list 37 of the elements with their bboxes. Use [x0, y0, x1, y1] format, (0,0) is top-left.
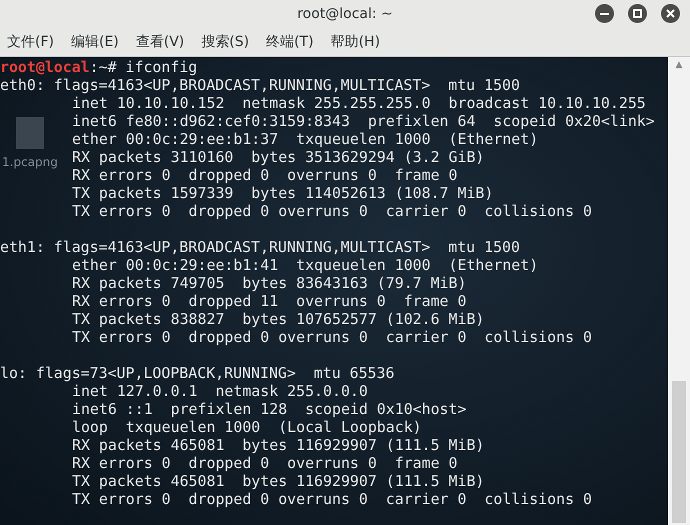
- minimize-button[interactable]: [595, 4, 614, 23]
- output-line: ether 00:0c:29:ee:b1:37 txqueuelen 1000 (Ethernet): [72, 130, 538, 148]
- desktop-file-label: 1.pcapng: [2, 154, 58, 171]
- output-line: inet6 ::1 prefixlen 128 scopeid 0x10<host>: [72, 400, 466, 418]
- file-icon: [16, 117, 44, 149]
- output-line: loop txqueuelen 1000 (Local Loopback): [72, 418, 422, 436]
- menu-item[interactable]: 帮助(H): [330, 32, 380, 52]
- output-line: TX packets 465081 bytes 116929907 (111.5 MiB): [72, 472, 484, 490]
- window-title: root@local: ~: [297, 6, 393, 22]
- output-line: RX packets 465081 bytes 116929907 (111.5 MiB): [72, 436, 484, 454]
- output-line: RX errors 0 dropped 0 overruns 0 frame 0: [72, 454, 458, 472]
- output-line: inet 127.0.0.1 netmask 255.0.0.0: [72, 382, 368, 400]
- menu-item[interactable]: 编辑(E): [70, 32, 119, 52]
- output-line: TX errors 0 dropped 0 overruns 0 carrier 0 collisions 0: [72, 328, 592, 346]
- scroll-thumb[interactable]: [672, 381, 686, 523]
- output-line: TX packets 838827 bytes 107652577 (102.6 MiB): [72, 310, 484, 328]
- menu-item[interactable]: 搜索(S): [201, 32, 250, 52]
- output-line: RX packets 3110160 bytes 3513629294 (3.2 GiB): [72, 148, 484, 166]
- output-line: ether 00:0c:29:ee:b1:41 txqueuelen 1000 (Ethernet): [72, 256, 538, 274]
- maximize-button[interactable]: [628, 4, 647, 23]
- menu-item[interactable]: 文件(F): [7, 32, 54, 52]
- output-line: RX errors 0 dropped 0 overruns 0 frame 0: [72, 166, 458, 184]
- menu-item[interactable]: 查看(V): [136, 32, 184, 52]
- close-button[interactable]: [661, 4, 680, 23]
- output-line: eth0: flags=4163<UP,BROADCAST,RUNNING,MULTICAST> mtu 1500: [0, 76, 520, 94]
- menu-item[interactable]: 终端(T): [266, 32, 314, 52]
- output-line: inet6 fe80::d962:cef0:3159:8343 prefixlen 64 scopeid 0x20<link>: [72, 112, 655, 130]
- output-line: TX errors 0 dropped 0 overruns 0 carrier 0 collisions 0: [72, 490, 592, 508]
- output-line: inet 10.10.10.152 netmask 255.255.255.0 broadcast 10.10.10.255: [72, 94, 646, 112]
- output-line: lo: flags=73<UP,LOOPBACK,RUNNING> mtu 65536: [0, 364, 394, 382]
- output-line: TX errors 0 dropped 0 overruns 0 carrier 0 collisions 0: [72, 202, 592, 220]
- output-line: RX packets 749705 bytes 83643163 (79.7 MiB): [72, 274, 466, 292]
- prompt-line: root@local:~# ifconfig: [0, 58, 198, 76]
- output-line: eth1: flags=4163<UP,BROADCAST,RUNNING,MULTICAST> mtu 1500: [0, 238, 520, 256]
- output-line: RX errors 0 dropped 11 overruns 0 frame 0: [72, 292, 466, 310]
- output-line: TX packets 1597339 bytes 114052613 (108.7 MiB): [72, 184, 494, 202]
- close-icon: [666, 9, 675, 18]
